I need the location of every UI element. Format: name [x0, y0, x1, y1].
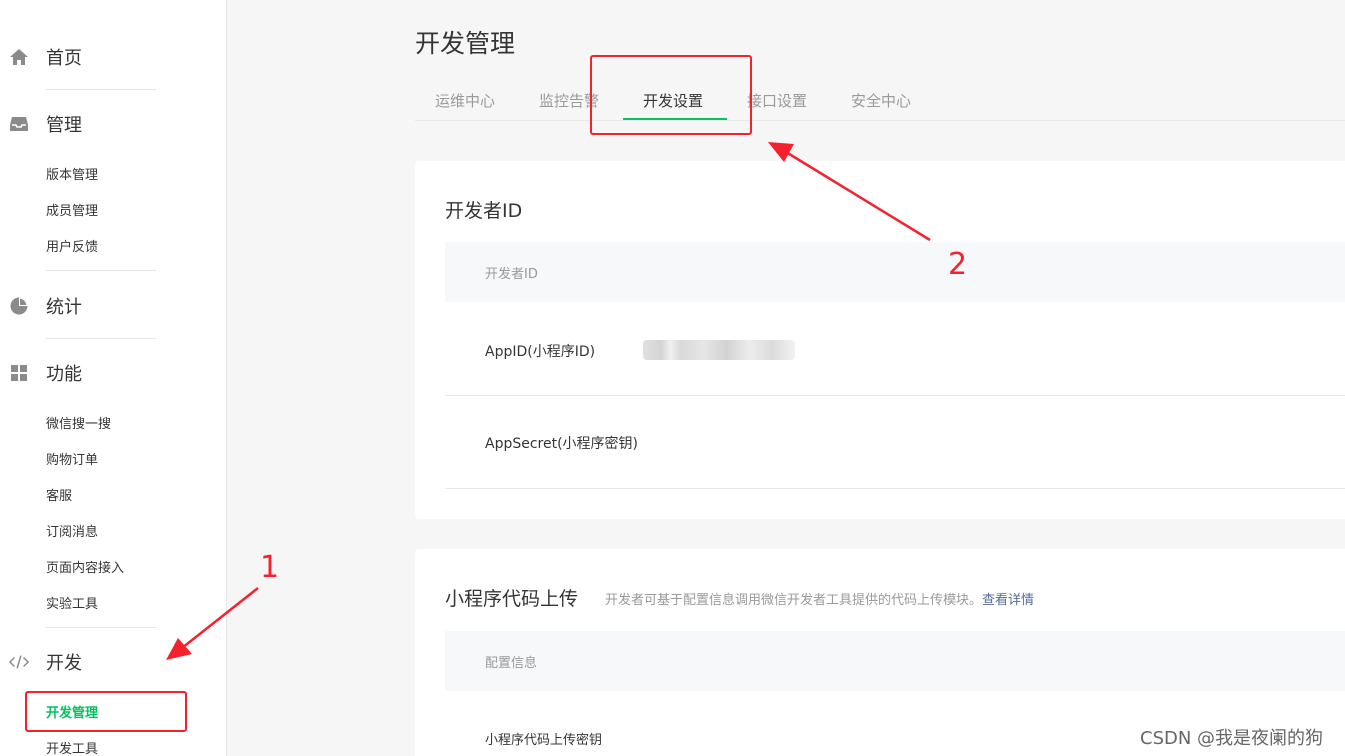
code-icon — [9, 652, 29, 672]
grid-icon — [9, 363, 29, 383]
nav-item-subscribe-messages[interactable]: 订阅消息 — [46, 521, 98, 540]
nav-item-dev-tools[interactable]: 开发工具 — [46, 738, 98, 756]
nav-item-version-management[interactable]: 版本管理 — [46, 164, 98, 183]
nav-develop-label: 开发 — [46, 653, 82, 674]
card-title: 小程序代码上传 — [445, 588, 579, 610]
card-description: 开发者可基于配置信息调用微信开发者工具提供的代码上传模块。查看详情 — [605, 589, 1034, 608]
tab-bar: 运维中心 监控告警 开发设置 接口设置 安全中心 — [415, 76, 1345, 121]
divider — [46, 338, 156, 339]
appsecret-label: AppSecret(小程序密钥) — [485, 436, 639, 452]
annotation-box-dev-management — [25, 691, 187, 732]
sidebar: 首页 管理 版本管理 成员管理 用户反馈 统计 功能 微信搜一搜 购物订单 客服… — [0, 0, 227, 756]
view-details-link[interactable]: 查看详情 — [982, 593, 1034, 608]
arrow-head-2-icon — [768, 142, 794, 162]
appid-value-redacted — [643, 340, 795, 360]
nav-item-user-feedback[interactable]: 用户反馈 — [46, 236, 98, 255]
page-title: 开发管理 — [415, 29, 516, 58]
developer-id-card: 开发者ID 开发者ID AppID(小程序ID) AppSecret(小程序密钥… — [415, 161, 1345, 519]
tab-security-center[interactable]: 安全中心 — [851, 90, 911, 111]
nav-item-wechat-search[interactable]: 微信搜一搜 — [46, 413, 111, 432]
divider — [46, 89, 156, 90]
description-text: 开发者可基于配置信息调用微信开发者工具提供的代码上传模块。 — [605, 593, 983, 608]
watermark: CSDN @我是夜阑的狗 — [1140, 728, 1324, 749]
appid-label: AppID(小程序ID) — [485, 344, 596, 360]
nav-item-experiment-tools[interactable]: 实验工具 — [46, 593, 98, 612]
table-header-label: 配置信息 — [485, 656, 538, 671]
nav-develop[interactable]: 开发 — [0, 649, 227, 675]
nav-item-page-content-access[interactable]: 页面内容接入 — [46, 557, 124, 576]
nav-home[interactable]: 首页 — [0, 44, 227, 70]
card-title: 开发者ID — [445, 200, 523, 222]
nav-home-label: 首页 — [46, 48, 82, 69]
divider — [46, 270, 156, 271]
nav-stats[interactable]: 统计 — [0, 293, 227, 319]
row-divider — [445, 395, 1345, 396]
row-divider — [445, 488, 1345, 489]
tab-ops-center[interactable]: 运维中心 — [435, 90, 495, 111]
pie-chart-icon — [9, 296, 29, 316]
table-header: 配置信息 — [445, 631, 1345, 691]
nav-manage-label: 管理 — [46, 115, 82, 136]
annotation-number-2: 2 — [948, 247, 968, 282]
annotation-box-dev-settings — [590, 55, 752, 135]
nav-item-customer-service[interactable]: 客服 — [46, 485, 72, 504]
nav-stats-label: 统计 — [46, 297, 82, 318]
nav-features-label: 功能 — [46, 364, 82, 385]
upload-key-label: 小程序代码上传密钥 — [485, 733, 603, 748]
home-icon — [9, 47, 29, 67]
divider — [46, 627, 156, 628]
table-header-label: 开发者ID — [485, 267, 538, 282]
inbox-icon — [9, 114, 29, 134]
nav-item-shopping-orders[interactable]: 购物订单 — [46, 449, 98, 468]
nav-manage[interactable]: 管理 — [0, 111, 227, 137]
tab-api-settings[interactable]: 接口设置 — [747, 90, 807, 111]
annotation-number-1: 1 — [260, 550, 280, 585]
nav-features[interactable]: 功能 — [0, 360, 227, 386]
nav-item-member-management[interactable]: 成员管理 — [46, 200, 98, 219]
table-header: 开发者ID — [445, 242, 1345, 302]
